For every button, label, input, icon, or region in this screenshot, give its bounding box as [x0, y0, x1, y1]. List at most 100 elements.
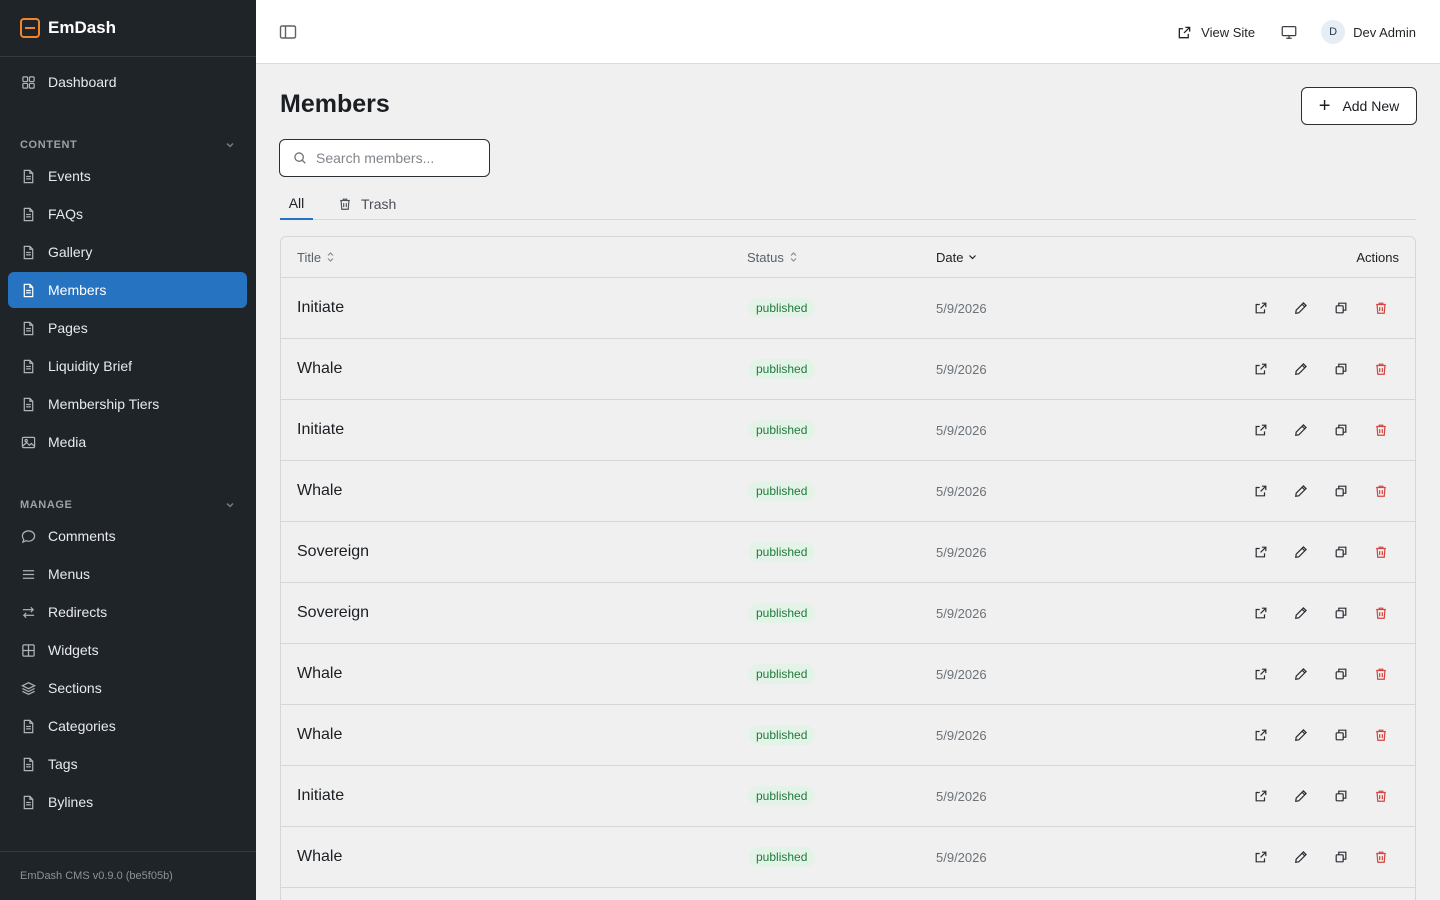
table-row[interactable]: Whale published 5/9/2026	[281, 461, 1415, 522]
table-row[interactable]: Initiate published 5/9/2026	[281, 766, 1415, 827]
sidebar-item-membership-tiers[interactable]: Membership Tiers	[8, 386, 247, 422]
sidebar-item-redirects[interactable]: Redirects	[8, 594, 247, 630]
sidebar-item-gallery[interactable]: Gallery	[8, 234, 247, 270]
delete-icon[interactable]	[1372, 421, 1390, 439]
table-row[interactable]: Whale published 5/9/2026	[281, 339, 1415, 400]
duplicate-icon[interactable]	[1332, 421, 1350, 439]
edit-icon[interactable]	[1292, 604, 1310, 622]
content-section-label: CONTENT	[20, 139, 78, 151]
widgets-icon	[20, 642, 36, 658]
duplicate-icon[interactable]	[1332, 726, 1350, 744]
column-header-status[interactable]: Status	[747, 237, 798, 277]
sidebar-item-label: Events	[48, 168, 91, 184]
sidebar-item-media[interactable]: Media	[8, 424, 247, 460]
delete-icon[interactable]	[1372, 726, 1390, 744]
column-header-date[interactable]: Date	[936, 237, 977, 277]
delete-icon[interactable]	[1372, 604, 1390, 622]
brand[interactable]: EmDash	[0, 0, 256, 57]
sidebar-item-faqs[interactable]: FAQs	[8, 196, 247, 232]
delete-icon[interactable]	[1372, 482, 1390, 500]
row-title[interactable]: Whale	[297, 644, 342, 704]
sidebar-item-dashboard[interactable]: Dashboard	[8, 64, 247, 100]
duplicate-icon[interactable]	[1332, 665, 1350, 683]
view-site-link[interactable]: View Site	[1177, 25, 1255, 40]
sidebar-item-bylines[interactable]: Bylines	[8, 784, 247, 820]
emdash-logo-icon	[20, 18, 40, 38]
topbar: View Site D Dev Admin	[256, 0, 1440, 64]
sidebar-item-menus[interactable]: Menus	[8, 556, 247, 592]
sidebar-item-comments[interactable]: Comments	[8, 518, 247, 554]
table-row[interactable]: Initiate published 5/9/2026	[281, 400, 1415, 461]
view-icon[interactable]	[1252, 787, 1270, 805]
delete-icon[interactable]	[1372, 848, 1390, 866]
row-title[interactable]: Whale	[297, 705, 342, 765]
row-date: 5/9/2026	[936, 483, 987, 499]
delete-icon[interactable]	[1372, 543, 1390, 561]
table-row[interactable]: Whale published 5/9/2026	[281, 705, 1415, 766]
duplicate-icon[interactable]	[1332, 787, 1350, 805]
table-row[interactable]: Sovereign published 5/9/2026	[281, 522, 1415, 583]
sidebar-item-members[interactable]: Members	[8, 272, 247, 308]
view-icon[interactable]	[1252, 482, 1270, 500]
sidebar-toggle-icon[interactable]	[278, 22, 298, 42]
manage-section-header[interactable]: MANAGE	[20, 496, 236, 514]
edit-icon[interactable]	[1292, 360, 1310, 378]
row-title[interactable]: Whale	[297, 827, 342, 887]
row-title[interactable]: Whale	[297, 461, 342, 521]
delete-icon[interactable]	[1372, 665, 1390, 683]
sidebar-item-sections[interactable]: Sections	[8, 670, 247, 706]
delete-icon[interactable]	[1372, 299, 1390, 317]
add-new-button[interactable]: + Add New	[1301, 87, 1417, 125]
view-icon[interactable]	[1252, 360, 1270, 378]
row-title[interactable]: Whale	[297, 339, 342, 399]
edit-icon[interactable]	[1292, 421, 1310, 439]
view-icon[interactable]	[1252, 421, 1270, 439]
duplicate-icon[interactable]	[1332, 299, 1350, 317]
column-header-title[interactable]: Title	[297, 237, 335, 277]
table-row[interactable]: Initiate published 5/9/2026	[281, 278, 1415, 339]
sidebar-item-tags[interactable]: Tags	[8, 746, 247, 782]
tab-trash[interactable]: Trash	[338, 188, 396, 219]
edit-icon[interactable]	[1292, 787, 1310, 805]
tab-all[interactable]: All	[280, 188, 313, 220]
duplicate-icon[interactable]	[1332, 360, 1350, 378]
delete-icon[interactable]	[1372, 360, 1390, 378]
row-title[interactable]: Initiate	[297, 400, 344, 460]
row-title[interactable]: Initiate	[297, 766, 344, 826]
sidebar-item-label: Members	[48, 282, 107, 298]
view-icon[interactable]	[1252, 726, 1270, 744]
duplicate-icon[interactable]	[1332, 848, 1350, 866]
members-table: Title Status Date Actions Initiate publis…	[280, 236, 1416, 900]
sidebar-item-widgets[interactable]: Widgets	[8, 632, 247, 668]
duplicate-icon[interactable]	[1332, 543, 1350, 561]
row-title[interactable]: Initiate	[297, 278, 344, 338]
table-row[interactable]: Whale published 5/9/2026	[281, 827, 1415, 888]
content-section-header[interactable]: CONTENT	[20, 136, 236, 154]
table-row[interactable]: Whale published 5/9/2026	[281, 644, 1415, 705]
edit-icon[interactable]	[1292, 543, 1310, 561]
chevron-down-icon	[226, 503, 234, 508]
search-input[interactable]	[316, 150, 476, 166]
view-icon[interactable]	[1252, 299, 1270, 317]
row-title[interactable]: Sovereign	[297, 583, 369, 643]
view-icon[interactable]	[1252, 604, 1270, 622]
user-menu[interactable]: D Dev Admin	[1321, 20, 1416, 44]
view-icon[interactable]	[1252, 543, 1270, 561]
edit-icon[interactable]	[1292, 482, 1310, 500]
delete-icon[interactable]	[1372, 787, 1390, 805]
view-icon[interactable]	[1252, 665, 1270, 683]
sidebar-item-liquidity-brief[interactable]: Liquidity Brief	[8, 348, 247, 384]
sidebar-item-categories[interactable]: Categories	[8, 708, 247, 744]
edit-icon[interactable]	[1292, 726, 1310, 744]
edit-icon[interactable]	[1292, 848, 1310, 866]
duplicate-icon[interactable]	[1332, 604, 1350, 622]
monitor-icon[interactable]	[1279, 22, 1299, 42]
sidebar-item-pages[interactable]: Pages	[8, 310, 247, 346]
edit-icon[interactable]	[1292, 665, 1310, 683]
table-row[interactable]: Sovereign published 5/9/2026	[281, 583, 1415, 644]
duplicate-icon[interactable]	[1332, 482, 1350, 500]
view-icon[interactable]	[1252, 848, 1270, 866]
edit-icon[interactable]	[1292, 299, 1310, 317]
row-title[interactable]: Sovereign	[297, 522, 369, 582]
sidebar-item-events[interactable]: Events	[8, 158, 247, 194]
